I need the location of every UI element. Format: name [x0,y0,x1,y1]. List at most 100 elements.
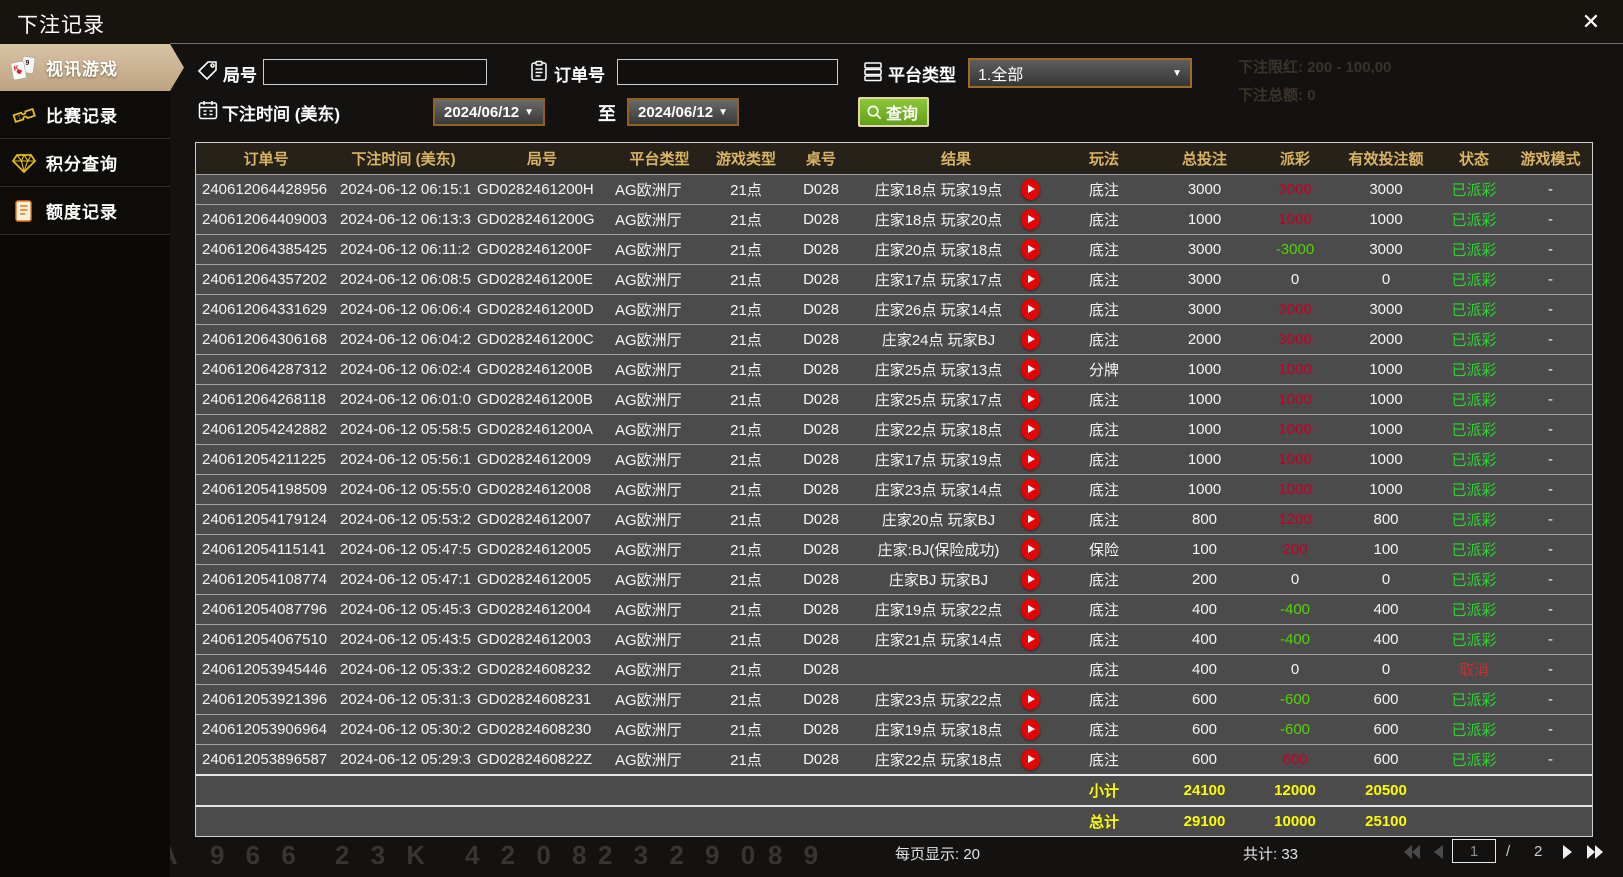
table-row: 240612054115141 2024-06-12 05:47:54 GD02… [196,534,1592,564]
cell-result: 庄家17点 玩家19点 [856,445,1056,474]
cell-game-mode: - [1548,631,1553,648]
cell-table-number: D028 [803,541,839,558]
cell-game-type: 21点 [730,212,762,229]
sidebar-item-quota-records[interactable]: 额度记录 [0,187,170,235]
play-button[interactable] [1021,329,1040,350]
platform-select[interactable]: 1.全部 ▼ [968,58,1192,88]
cell-round-number: GD0282461200B [477,361,593,378]
cell-game-mode: - [1548,751,1553,768]
sidebar-item-match-records[interactable]: 比赛记录 [0,91,170,139]
play-button[interactable] [1021,479,1040,500]
cell-result: 庄家19点 玩家22点 [856,595,1056,624]
play-button[interactable] [1021,209,1040,230]
cell-total-bet: 400 [1191,661,1218,678]
play-button[interactable] [1021,569,1040,590]
table-row: 240612054211225 2024-06-12 05:56:13 GD02… [196,444,1592,474]
cell-play-method: 底注 [1088,212,1119,229]
play-button[interactable] [1021,449,1040,470]
cell-order-number: 240612054067510 [202,631,328,648]
cell-bet-time: 2024-06-12 06:01:08 [340,391,471,408]
play-button[interactable] [1021,689,1040,710]
play-button[interactable] [1021,359,1040,380]
status-cell: 已派彩 [1451,212,1497,229]
play-button[interactable] [1021,179,1040,200]
cell-valid-bet: 0 [1381,271,1391,288]
cell-result: 庄家20点 玩家18点 [856,235,1056,264]
play-button[interactable] [1021,719,1040,740]
play-button[interactable] [1021,509,1040,530]
cell-platform: AG欧洲厅 [615,692,682,709]
cell-result: 庄家22点 玩家18点 [856,745,1056,774]
date-to-dropdown[interactable]: 2024/06/12 ▼ [627,98,739,126]
cell-platform: AG欧洲厅 [615,572,682,589]
cell-total-bet: 800 [1191,511,1218,528]
play-button[interactable] [1021,539,1040,560]
payout-cell: -400 [1279,631,1311,648]
cell-platform: AG欧洲厅 [615,422,682,439]
sidebar: 9 K 视讯游戏 比赛记录 积分查询 额度记录 [0,44,184,877]
total-label: 总计 [1088,814,1119,831]
cell-bet-time: 2024-06-12 05:33:27 [340,661,471,678]
cell-total-bet: 3000 [1187,181,1222,198]
cell-game-type: 21点 [730,332,762,349]
cell-total-bet: 200 [1191,571,1218,588]
close-icon[interactable]: ✕ [1577,8,1605,36]
cell-play-method: 底注 [1088,482,1119,499]
cell-bet-time: 2024-06-12 05:47:18 [340,571,471,588]
cell-table-number: D028 [803,661,839,678]
gem-icon [11,151,37,175]
table-row: 240612064409003 2024-06-12 06:13:30 GD02… [196,204,1592,234]
cell-total-bet: 3000 [1187,271,1222,288]
play-button[interactable] [1021,629,1040,650]
search-button[interactable]: 查询 [858,97,930,127]
date-from-dropdown[interactable]: 2024/06/12 ▼ [433,98,545,126]
subtotal-payout: 12000 [1274,782,1316,799]
background-cards: 8 9 [768,840,826,870]
prev-page-icon[interactable] [1428,841,1450,863]
play-button[interactable] [1021,749,1040,770]
cell-game-type: 21点 [730,512,762,529]
cell-valid-bet: 600 [1373,721,1399,738]
cell-order-number: 240612053896587 [202,751,328,768]
sidebar-item-video-games[interactable]: 9 K 视讯游戏 [0,44,184,91]
play-button[interactable] [1021,419,1040,440]
cell-order-number: 240612053945446 [202,661,328,678]
payout-cell: 200 [1282,541,1308,558]
cell-bet-time: 2024-06-12 06:02:48 [340,361,471,378]
cell-play-method: 底注 [1088,512,1119,529]
cell-result: 庄家25点 玩家13点 [856,355,1056,384]
cell-table-number: D028 [803,721,839,738]
play-button[interactable] [1021,239,1040,260]
play-button[interactable] [1021,299,1040,320]
subtotal-valid: 20500 [1365,782,1407,799]
round-input[interactable] [263,59,487,85]
play-button[interactable] [1021,599,1040,620]
cell-round-number: GD02824612009 [477,451,592,468]
cell-valid-bet: 800 [1373,511,1399,528]
cell-bet-time: 2024-06-12 06:04:26 [340,331,471,348]
status-cell: 已派彩 [1451,392,1497,409]
cell-play-method: 底注 [1088,452,1119,469]
cell-valid-bet: 600 [1373,751,1399,768]
play-button[interactable] [1021,269,1040,290]
first-page-icon[interactable] [1401,841,1423,863]
cell-play-method: 保险 [1088,542,1119,559]
cell-total-bet: 3000 [1187,241,1222,258]
cell-round-number: GD02824608230 [477,721,592,738]
cell-platform: AG欧洲厅 [615,272,682,289]
next-page-icon[interactable] [1556,841,1578,863]
cell-result: 庄家25点 玩家17点 [856,385,1056,414]
tag-icon [197,60,219,82]
play-button[interactable] [1021,389,1040,410]
last-page-icon[interactable] [1584,841,1606,863]
payout-cell: 1000 [1278,451,1312,468]
order-number-input[interactable] [617,59,838,85]
cell-valid-bet: 400 [1373,601,1399,618]
cell-order-number: 240612064409003 [202,211,328,228]
cell-bet-time: 2024-06-12 06:08:58 [340,271,471,288]
page-number-input[interactable] [1452,839,1496,863]
cell-platform: AG欧洲厅 [615,332,682,349]
cell-round-number: GD0282461200F [477,241,593,258]
sidebar-item-points-query[interactable]: 积分查询 [0,139,170,187]
col-header: 局号 [526,151,557,168]
